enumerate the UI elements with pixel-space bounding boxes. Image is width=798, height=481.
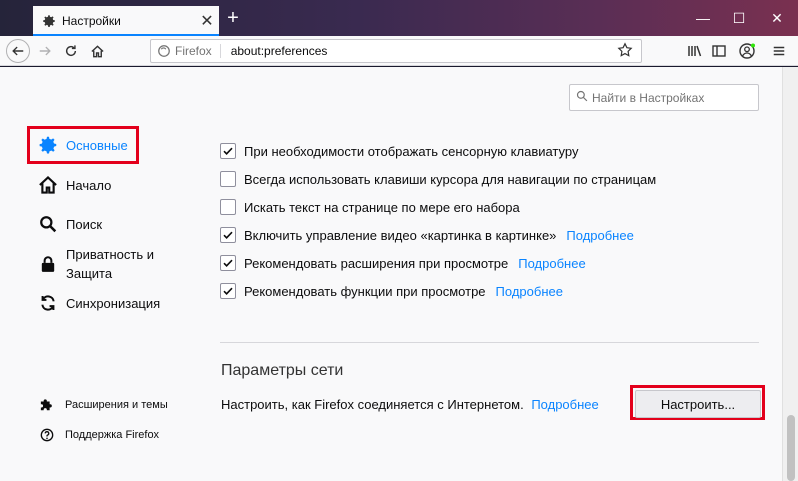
learn-more-link[interactable]: Подробнее: [566, 228, 633, 243]
network-description: Настроить, как Firefox соединяется с Инт…: [221, 397, 599, 412]
gear-icon: [38, 135, 58, 155]
sidebar-button[interactable]: [708, 40, 730, 62]
checkbox-checked[interactable]: [220, 283, 236, 299]
option-touch-keyboard[interactable]: При необходимости отображать сенсорную к…: [220, 143, 578, 159]
back-button[interactable]: [6, 39, 30, 63]
maximize-button[interactable]: ☐: [724, 8, 754, 28]
option-picture-in-picture[interactable]: Включить управление видео «картинка в ка…: [220, 227, 634, 243]
url-bar[interactable]: Firefox about:preferences: [150, 39, 642, 63]
option-label: При необходимости отображать сенсорную к…: [244, 143, 579, 159]
title-bar: Настройки ✕ + — ☐ ✕: [0, 0, 798, 36]
sidebar-item-support[interactable]: Поддержка Firefox: [40, 428, 159, 442]
checkmark-icon: [223, 287, 233, 295]
option-find-as-you-type[interactable]: Искать текст на странице по мере его наб…: [220, 199, 520, 215]
arrow-left-icon: [12, 46, 24, 56]
sidebar-item-label-line1: Приватность и: [66, 247, 155, 262]
network-section-title: Параметры сети: [221, 362, 344, 379]
firefox-icon: [157, 44, 171, 58]
home-icon: [90, 44, 104, 57]
option-caret-browsing[interactable]: Всегда использовать клавиши курсора для …: [220, 171, 656, 187]
sidebar-item-addons[interactable]: Расширения и темы: [40, 398, 168, 412]
preferences-page: Основные Начало Поиск Приватность и Защи…: [0, 67, 782, 481]
identity-label: Firefox: [175, 44, 221, 58]
option-label: Всегда использовать клавиши курсора для …: [244, 171, 657, 187]
forward-button[interactable]: [34, 40, 56, 62]
option-label: Рекомендовать функции при просмотре: [244, 283, 486, 299]
sidebar-item-label: Поддержка Firefox: [65, 429, 160, 441]
learn-more-link[interactable]: Подробнее: [496, 284, 563, 299]
library-button[interactable]: [684, 40, 706, 62]
sidebar-item-home[interactable]: Начало: [38, 175, 111, 195]
sidebar-item-label: Синхронизация: [66, 295, 161, 311]
network-description-text: Настроить, как Firefox соединяется с Инт…: [221, 397, 524, 412]
tab-title: Настройки: [62, 14, 121, 28]
network-learn-more-link[interactable]: Подробнее: [531, 397, 598, 412]
sidebar-item-label: Начало: [66, 177, 112, 193]
close-tab-icon[interactable]: ✕: [195, 11, 219, 31]
option-label: Рекомендовать расширения при просмотре: [244, 255, 509, 271]
new-tab-button[interactable]: +: [222, 8, 244, 30]
checkbox-checked[interactable]: [220, 255, 236, 271]
learn-more-link[interactable]: Подробнее: [518, 256, 585, 271]
menu-button[interactable]: [768, 40, 790, 62]
checkmark-icon: [223, 231, 233, 239]
tab-settings[interactable]: Настройки ✕: [33, 6, 219, 36]
sidebar-item-sync[interactable]: Синхронизация: [38, 293, 160, 313]
close-window-button[interactable]: ✕: [762, 8, 792, 28]
checkbox-checked[interactable]: [220, 227, 236, 243]
checkbox-unchecked[interactable]: [220, 171, 236, 187]
option-recommend-features[interactable]: Рекомендовать функции при просмотре Подр…: [220, 283, 563, 299]
sidebar-item-search[interactable]: Поиск: [38, 214, 102, 234]
sync-icon: [38, 293, 58, 313]
sidebar-item-label-line2: Защита: [66, 266, 113, 281]
scrollbar[interactable]: [782, 67, 798, 481]
reload-button[interactable]: [60, 40, 82, 62]
network-settings-button[interactable]: Настроить...: [635, 390, 761, 418]
option-recommend-extensions[interactable]: Рекомендовать расширения при просмотре П…: [220, 255, 586, 271]
account-icon: [739, 43, 755, 59]
reload-icon: [65, 45, 77, 57]
bookmark-star-icon[interactable]: [617, 41, 637, 61]
gear-icon: [42, 14, 56, 28]
home-button[interactable]: [86, 40, 108, 62]
option-label: Включить управление видео «картинка в ка…: [244, 227, 557, 243]
search-icon: [38, 214, 58, 234]
preferences-search[interactable]: [569, 84, 759, 111]
puzzle-icon: [40, 398, 54, 412]
sidebar-item-label: Расширения и темы: [65, 399, 168, 411]
option-label: Искать текст на странице по мере его наб…: [244, 199, 520, 215]
checkmark-icon: [223, 147, 233, 155]
scrollbar-thumb[interactable]: [787, 415, 795, 481]
account-button[interactable]: [736, 40, 758, 62]
sidebar-item-label: Основные: [66, 137, 128, 153]
hamburger-icon: [773, 46, 785, 56]
nav-bar: Firefox about:preferences: [0, 36, 798, 66]
arrow-right-icon: [39, 46, 51, 56]
checkmark-icon: [223, 259, 233, 267]
search-icon: [576, 90, 588, 105]
help-icon: [40, 428, 54, 442]
sidebar-item-label: Приватность и Защита: [66, 245, 154, 283]
url-text[interactable]: about:preferences: [231, 44, 617, 58]
sidebar-item-general[interactable]: Основные: [38, 135, 128, 155]
sidebar-item-label: Поиск: [66, 216, 103, 232]
sidebar-icon: [712, 45, 726, 57]
sidebar-item-privacy[interactable]: Приватность и Защита: [38, 245, 154, 283]
search-input[interactable]: [592, 90, 758, 105]
checkbox-unchecked[interactable]: [220, 199, 236, 215]
checkbox-checked[interactable]: [220, 143, 236, 159]
library-icon: [688, 45, 702, 57]
lock-icon: [38, 254, 58, 274]
home-icon: [38, 175, 58, 195]
section-divider: [220, 342, 759, 343]
minimize-button[interactable]: —: [688, 8, 718, 28]
